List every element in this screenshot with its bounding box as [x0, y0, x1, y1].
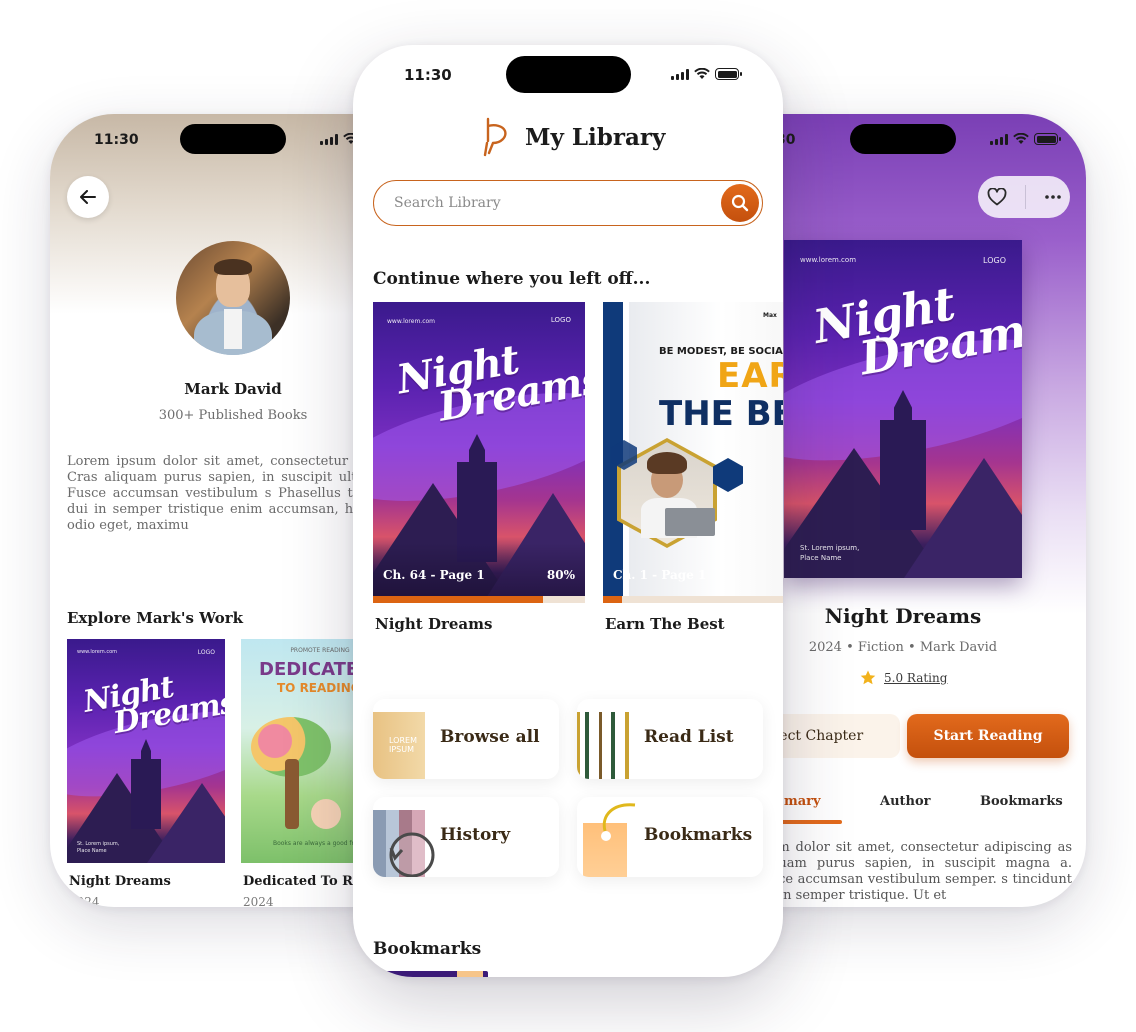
search-bar — [373, 180, 763, 226]
battery-icon — [715, 68, 742, 80]
book-title: Night Dreams — [375, 615, 493, 633]
more-icon[interactable] — [1045, 195, 1061, 199]
app-header: My Library — [483, 117, 665, 157]
bookmark-cover-peek — [373, 971, 488, 977]
back-arrow-icon — [80, 190, 96, 204]
progress-bar — [603, 596, 783, 603]
dynamic-island — [850, 124, 956, 154]
book-title: Earn The Best — [605, 615, 725, 633]
read-list-thumb — [577, 712, 629, 779]
tab-bookmarks[interactable]: Bookmarks — [980, 794, 1063, 809]
status-time: 11:30 — [404, 66, 452, 84]
browse-all-label: Browse all — [440, 727, 540, 747]
browse-all-button[interactable]: LOREM IPSUM Browse all — [373, 699, 559, 779]
status-icons — [671, 68, 742, 80]
progress-bar — [373, 596, 585, 603]
avatar — [176, 241, 290, 355]
book-cover: Max BE MODEST, BE SOCIAL EARN THE BEST C… — [603, 302, 783, 603]
signal-icon — [320, 133, 338, 145]
back-button[interactable] — [67, 176, 109, 218]
rating-label: 5.0 Rating — [884, 670, 948, 685]
progress-percent: 80% — [546, 568, 575, 582]
search-icon — [731, 194, 749, 212]
status-icons — [990, 133, 1061, 145]
book-year: 2024 — [69, 895, 100, 907]
book-title: Night Dreams — [69, 874, 171, 889]
bookmarks-button[interactable]: Bookmarks — [577, 797, 763, 877]
rating[interactable]: 5.0 Rating — [860, 670, 947, 685]
app-title: My Library — [525, 123, 666, 151]
tab-author[interactable]: Author — [880, 794, 931, 809]
read-list-button[interactable]: Read List — [577, 699, 763, 779]
bookmarks-section-title: Bookmarks — [373, 939, 482, 959]
bookmarks-label: Bookmarks — [644, 825, 753, 845]
book-title: Night Dreams — [824, 604, 982, 628]
search-button[interactable] — [721, 184, 759, 222]
book-cover-large: Night Dreams www.lorem.com LOGO St. Lorem… — [784, 240, 1022, 578]
battery-icon — [1034, 133, 1061, 145]
heart-icon[interactable] — [987, 188, 1007, 206]
bookmark-tag-icon — [583, 803, 636, 877]
star-icon — [860, 670, 876, 685]
history-label: History — [440, 825, 511, 845]
progress-label: Ch. 1 - Page 1 — [613, 568, 707, 582]
read-list-label: Read List — [644, 727, 734, 747]
action-pill — [978, 176, 1070, 218]
explore-work-title: Explore Mark's Work — [67, 609, 244, 627]
status-time: 11:30 — [94, 132, 139, 148]
progress-fill — [603, 596, 623, 603]
book-stack-thumb: LOREM IPSUM — [373, 712, 425, 779]
tab-summary[interactable]: mary — [784, 794, 821, 809]
start-reading-button[interactable]: Start Reading — [907, 714, 1069, 758]
wifi-icon — [1013, 133, 1029, 144]
signal-icon — [671, 68, 689, 80]
progress-label: Ch. 64 - Page 1 — [383, 568, 485, 582]
logo-icon — [483, 117, 507, 157]
continue-section-title: Continue where you left off... — [373, 269, 651, 289]
dynamic-island — [180, 124, 286, 154]
signal-icon — [990, 133, 1008, 145]
my-library-screen: 11:30 My Library Continue where you left… — [353, 45, 783, 977]
progress-fill — [373, 596, 543, 603]
wifi-icon — [694, 68, 710, 79]
book-cover: Night Dreams www.lorem.com LOGO Ch. 64 - … — [373, 302, 585, 603]
search-input[interactable] — [394, 191, 694, 215]
book-cover: Night Dreams www.lorem.com LOGO St. Lorem… — [67, 639, 225, 863]
history-icon — [373, 810, 435, 877]
book-year: 2024 — [243, 895, 274, 907]
book-meta: 2024 • Fiction • Mark David — [808, 640, 998, 655]
continue-book-card[interactable]: Night Dreams www.lorem.com LOGO Ch. 64 - … — [373, 302, 585, 642]
continue-book-card[interactable]: Max BE MODEST, BE SOCIAL EARN THE BEST C… — [603, 302, 783, 642]
history-button[interactable]: History — [373, 797, 559, 877]
summary-text: psum dolor sit amet, consectetur adipisc… — [754, 840, 1072, 903]
dynamic-island — [506, 56, 631, 93]
